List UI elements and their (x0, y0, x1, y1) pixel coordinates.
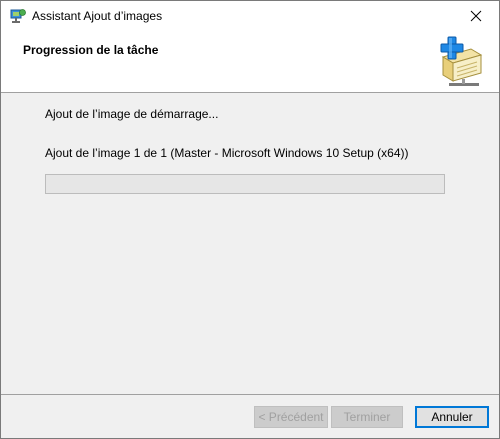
previous-button[interactable]: < Précédent (254, 406, 328, 428)
wizard-content: Ajout de l’image de démarrage... Ajout d… (1, 93, 499, 393)
status-text-boot-image: Ajout de l’image de démarrage... (45, 107, 219, 121)
close-button[interactable] (453, 1, 499, 31)
page-title: Progression de la tâche (23, 43, 159, 57)
close-icon (470, 10, 482, 22)
title-bar[interactable]: Assistant Ajout d’images (1, 1, 499, 31)
window-title: Assistant Ajout d’images (32, 9, 163, 23)
add-image-wizard-icon (440, 36, 483, 86)
finish-button[interactable]: Terminer (331, 406, 403, 428)
status-text-image-progress: Ajout de l’image 1 de 1 (Master - Micros… (45, 146, 409, 160)
deployment-app-icon (10, 9, 26, 23)
footer-divider (1, 394, 499, 395)
wizard-header: Progression de la tâche (1, 31, 499, 93)
wizard-window: Assistant Ajout d’images Progression de … (0, 0, 500, 439)
cancel-button[interactable]: Annuler (415, 406, 489, 428)
progress-bar (45, 174, 445, 194)
